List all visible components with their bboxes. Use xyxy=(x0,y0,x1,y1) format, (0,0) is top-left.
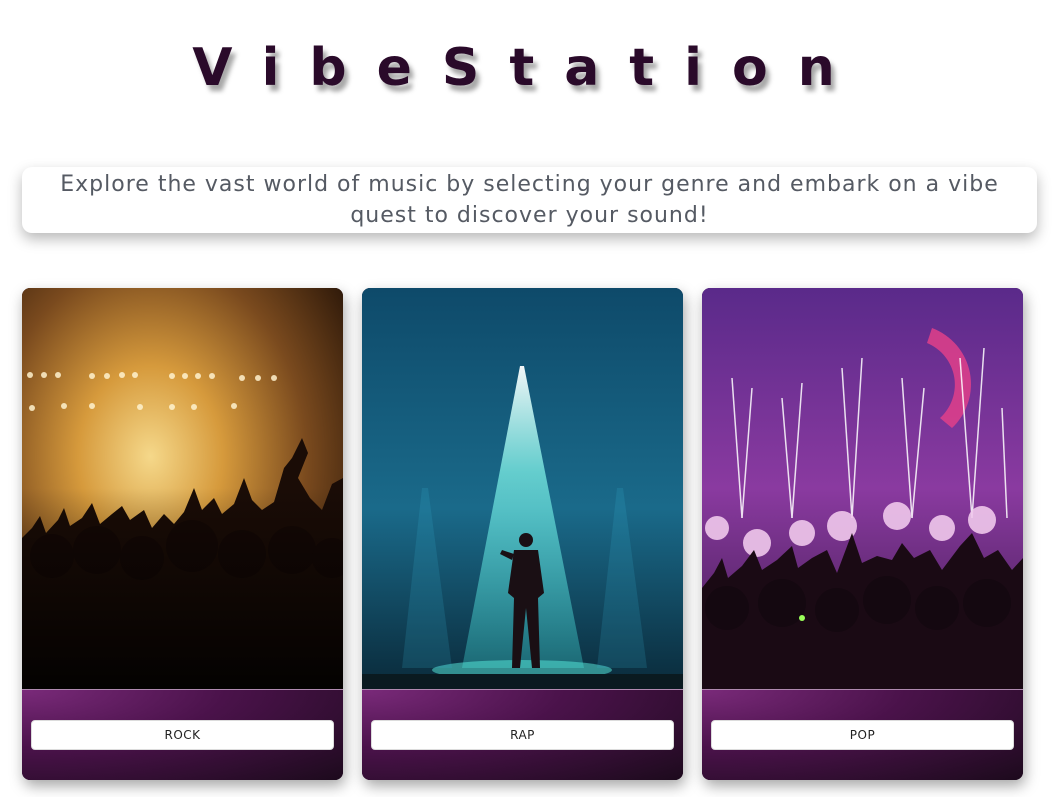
genre-card-pop: POP xyxy=(702,288,1023,780)
intro-panel: Explore the vast world of music by selec… xyxy=(22,167,1037,233)
brand-title: VibeStation xyxy=(192,38,865,98)
pop-genre-button[interactable]: POP xyxy=(711,720,1014,750)
rap-performer-spotlight-image xyxy=(362,288,683,689)
rock-genre-button[interactable]: ROCK xyxy=(31,720,334,750)
genre-card-list: ROCK RAP POP xyxy=(22,288,1024,780)
rap-genre-button[interactable]: RAP xyxy=(371,720,674,750)
genre-card-footer: POP xyxy=(702,689,1023,780)
genre-card-rap: RAP xyxy=(362,288,683,780)
intro-text: Explore the vast world of music by selec… xyxy=(60,172,999,228)
rock-concert-crowd-image xyxy=(22,288,343,689)
genre-card-footer: ROCK xyxy=(22,689,343,780)
genre-card-footer: RAP xyxy=(362,689,683,780)
pop-concert-fireworks-image xyxy=(702,288,1023,689)
genre-card-rock: ROCK xyxy=(22,288,343,780)
page: VibeStation Explore the vast world of mu… xyxy=(0,0,1057,797)
